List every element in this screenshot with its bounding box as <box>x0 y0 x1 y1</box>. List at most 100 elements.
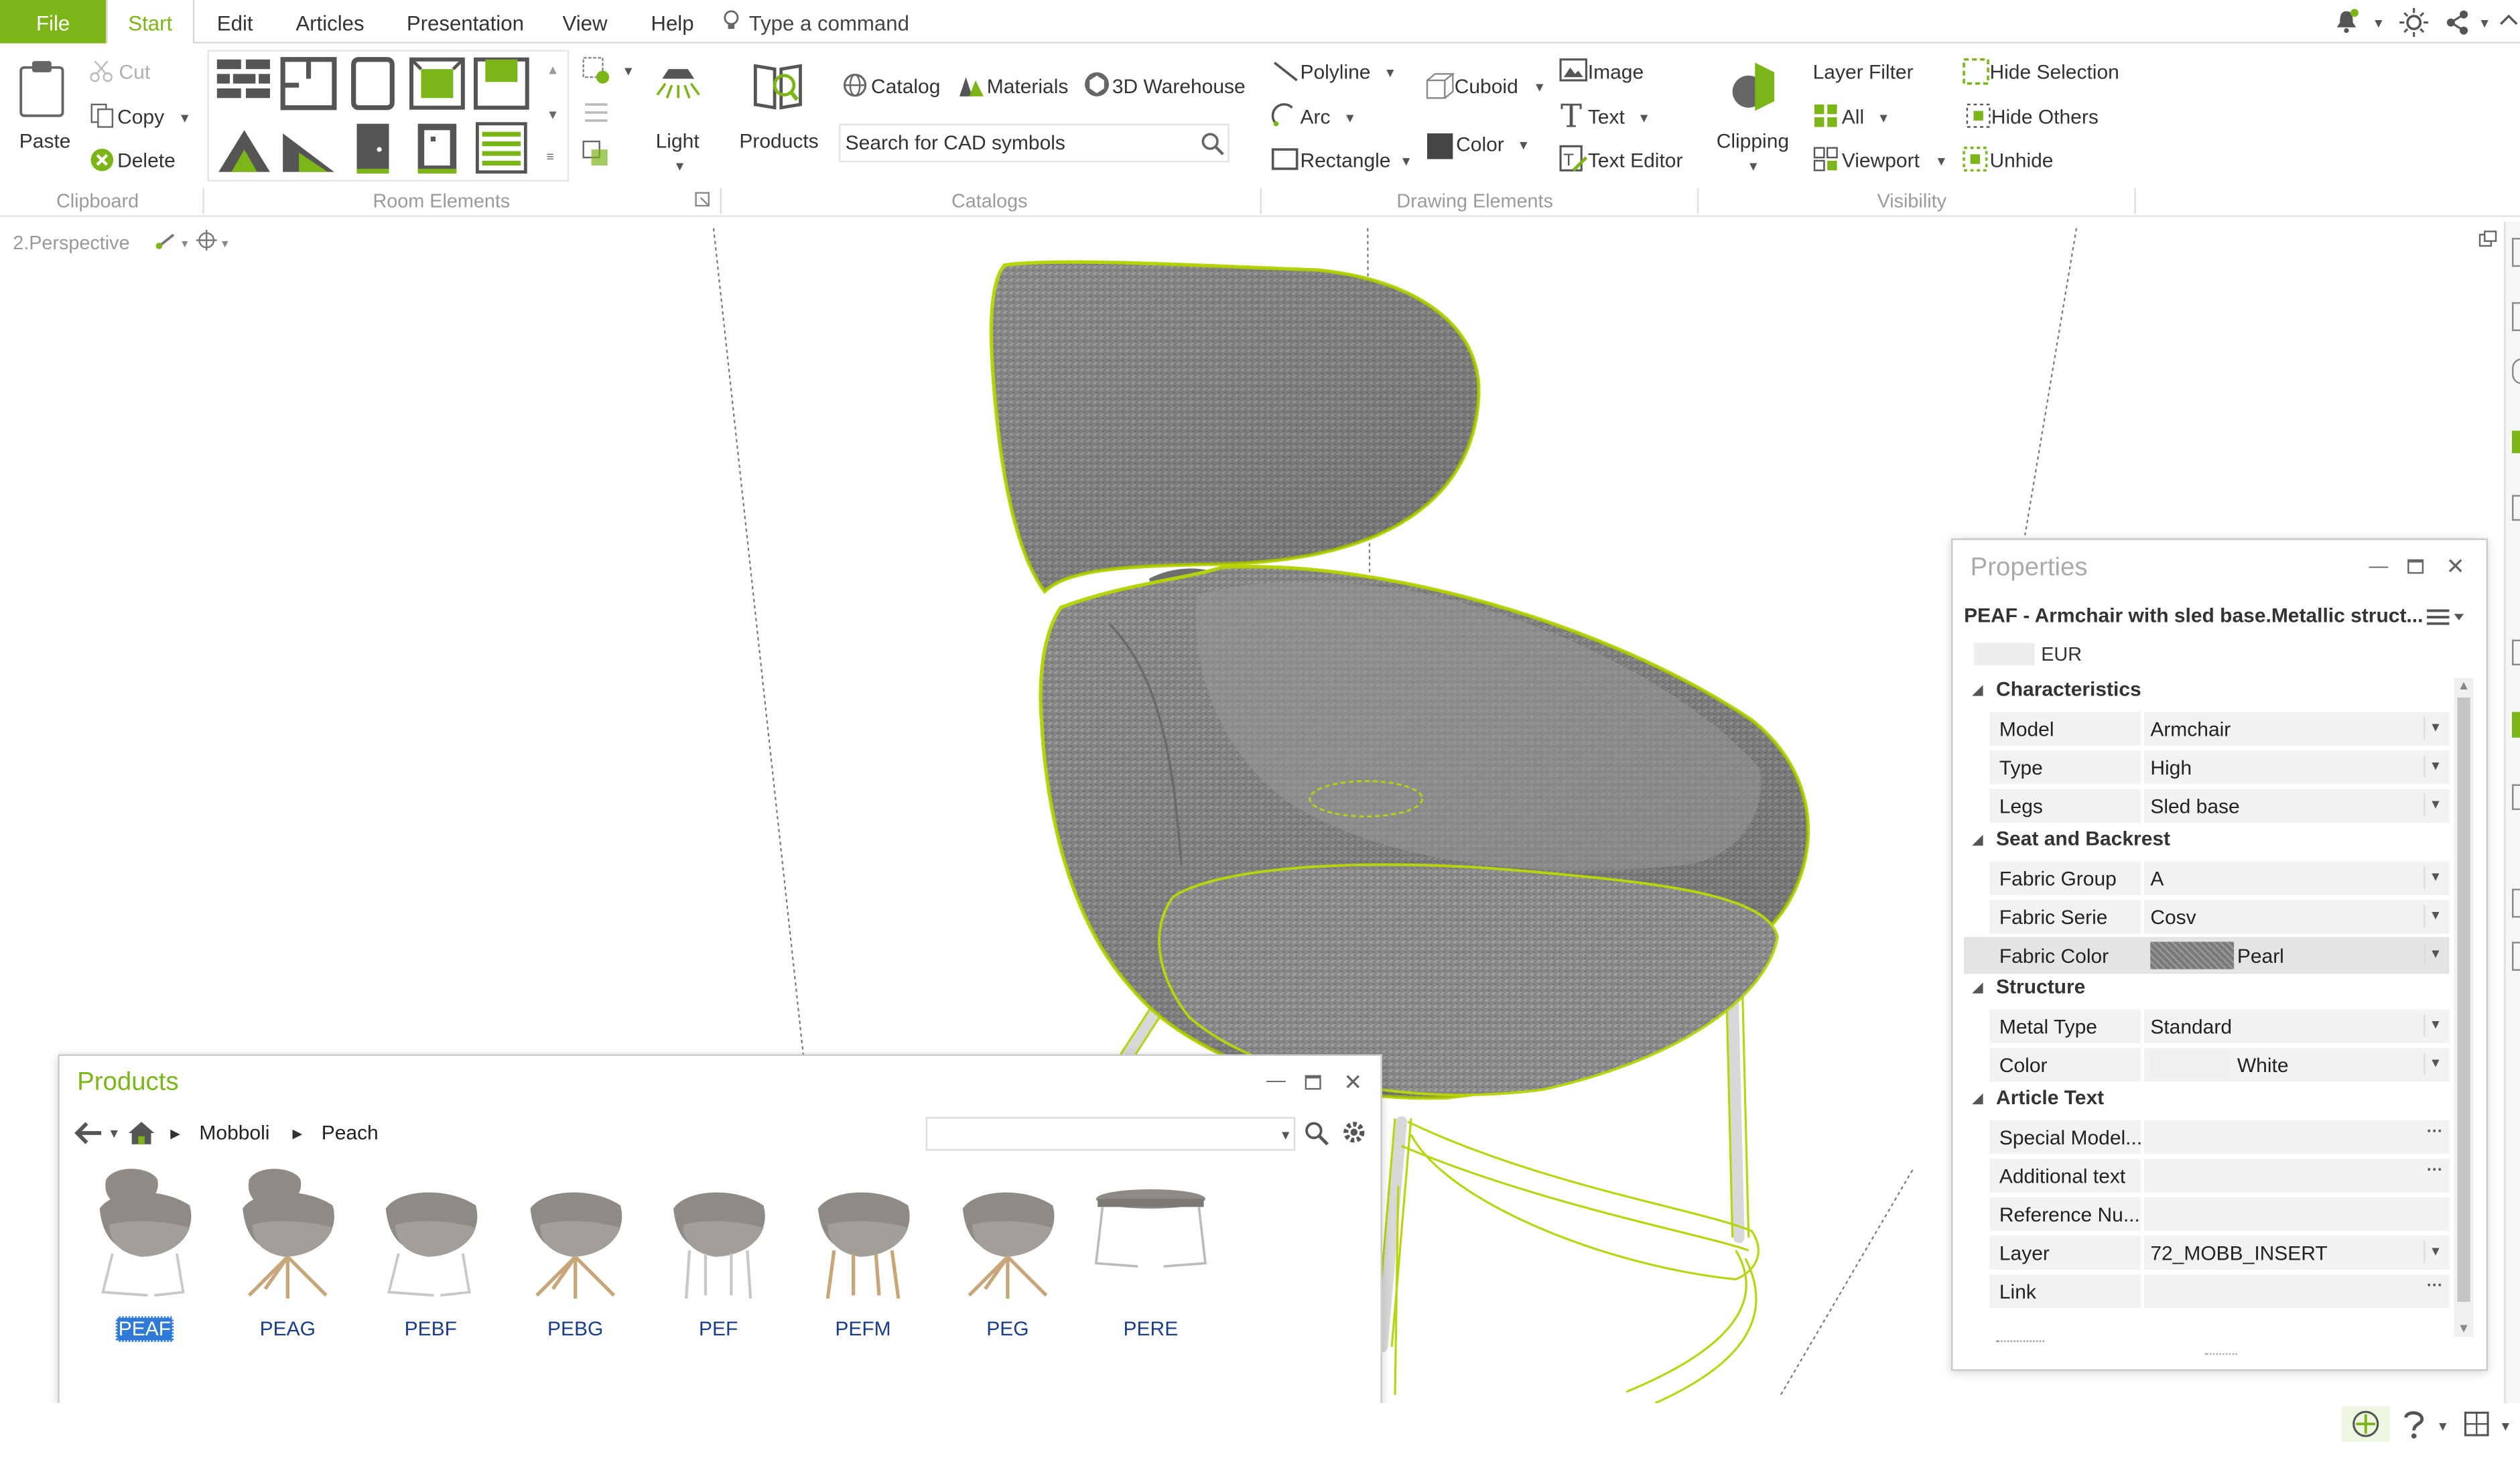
property-row[interactable]: Link ··· <box>1964 1274 2449 1311</box>
minimize-icon[interactable]: — <box>1266 1069 1286 1091</box>
color-button[interactable]: Color <box>1456 133 1504 156</box>
add-element-icon[interactable] <box>582 56 610 85</box>
tab-view[interactable]: View <box>563 0 608 44</box>
side-tool-icon[interactable] <box>2512 495 2520 521</box>
tab-articles[interactable]: Articles <box>295 0 364 44</box>
ellipsis-icon[interactable]: ··· <box>2424 1280 2446 1303</box>
command-input[interactable]: Type a command <box>749 0 909 44</box>
property-row[interactable]: Reference Nu... <box>1964 1196 2449 1233</box>
gear-icon[interactable] <box>1340 1118 1368 1146</box>
group-icon[interactable] <box>582 140 610 169</box>
side-tool-icon[interactable] <box>2512 888 2520 917</box>
collapse-triangle-icon[interactable]: ◢ <box>1972 830 1983 848</box>
text-button[interactable]: Text <box>1588 106 1625 129</box>
rectangle-button[interactable]: Rectangle <box>1300 149 1390 172</box>
chevron-down-icon[interactable]: ▼ <box>1747 159 1760 174</box>
door-frame-icon[interactable] <box>344 56 401 111</box>
crosshair-icon[interactable] <box>196 230 217 251</box>
chevron-down-icon[interactable]: ▼ <box>1638 111 1650 126</box>
collapse-triangle-icon[interactable]: ◢ <box>1972 979 1983 996</box>
chevron-down-icon[interactable]: ▼ <box>2478 16 2491 31</box>
chevron-down-icon[interactable]: ▼ <box>178 111 191 126</box>
polyline-button[interactable]: Polyline <box>1300 61 1370 84</box>
side-tool-icon[interactable] <box>2512 942 2520 971</box>
property-row[interactable]: Fabric Serie Cosv ▼ <box>1964 898 2449 935</box>
home-icon[interactable] <box>127 1120 155 1146</box>
hide-others-button[interactable]: Hide Others <box>1991 106 2099 129</box>
property-row[interactable]: Model Armchair ▼ <box>1964 710 2449 747</box>
roof-icon[interactable] <box>215 121 273 176</box>
scrollbar-thumb[interactable] <box>2457 698 2470 1302</box>
product-item[interactable]: PEBG <box>515 1161 637 1353</box>
viewport-button[interactable]: Viewport <box>1842 149 1920 172</box>
maximize-icon[interactable] <box>2407 559 2424 574</box>
property-value-cell[interactable] <box>2144 861 2450 894</box>
property-row[interactable]: Color White ▼ <box>1964 1047 2449 1083</box>
chevron-down-icon[interactable]: ▼ <box>2424 866 2446 888</box>
text-editor-button[interactable]: Text Editor <box>1588 149 1683 172</box>
unhide-button[interactable]: Unhide <box>1989 149 2053 172</box>
catalog-button[interactable]: Catalog <box>871 76 940 98</box>
product-item[interactable]: PEBF <box>370 1161 492 1353</box>
light-button[interactable]: Light <box>656 130 700 153</box>
delete-button[interactable]: Delete <box>117 149 176 172</box>
share-icon[interactable] <box>2444 9 2470 35</box>
chevron-down-icon[interactable]: ▼ <box>1400 154 1412 169</box>
arc-button[interactable]: Arc <box>1300 106 1330 129</box>
property-value-cell[interactable] <box>2144 1120 2450 1153</box>
cuboid-button[interactable]: Cuboid <box>1455 76 1518 98</box>
chevron-down-icon[interactable]: ▼ <box>2424 1053 2446 1076</box>
cut-button[interactable]: Cut <box>119 61 150 84</box>
copy-button[interactable]: Copy <box>117 106 164 129</box>
gallery-more-icon[interactable]: ≡ <box>547 149 554 164</box>
wall-icon[interactable] <box>215 56 273 111</box>
minimize-icon[interactable]: — <box>2369 555 2389 578</box>
hide-selection-button[interactable]: Hide Selection <box>1989 61 2119 84</box>
gallery-down-icon[interactable]: ▼ <box>547 108 559 123</box>
resize-grip[interactable] <box>2205 1353 2237 1357</box>
room-icon[interactable] <box>279 56 337 111</box>
property-value-cell[interactable] <box>2144 1275 2450 1309</box>
scroll-down-icon[interactable]: ▼ <box>2457 1321 2470 1336</box>
minimize-ribbon-icon[interactable] <box>2499 8 2519 34</box>
product-item[interactable]: PEAF <box>84 1161 206 1353</box>
chevron-down-icon[interactable]: ▼ <box>2424 1241 2446 1264</box>
breadcrumb-mobboli[interactable]: Mobboli <box>199 1122 269 1144</box>
property-section-header[interactable]: ◢ Article Text <box>1964 1085 2446 1114</box>
chevron-down-icon[interactable]: ▼ <box>2424 943 2446 966</box>
property-row[interactable]: Fabric Color Pearl ▼ <box>1964 937 2449 974</box>
property-section-header[interactable]: ◢ Structure <box>1964 976 2446 1004</box>
chevron-down-icon[interactable]: ▼ <box>622 64 635 79</box>
chevron-down-icon[interactable]: ▼ <box>2424 795 2446 817</box>
breadcrumb-peach[interactable]: Peach <box>322 1122 379 1144</box>
paste-label[interactable]: Paste <box>19 130 71 153</box>
move-icon[interactable] <box>2351 1410 2380 1439</box>
layout-icon[interactable] <box>2464 1411 2489 1437</box>
property-row[interactable]: Layer 72_MOBB_INSERT ▼ <box>1964 1235 2449 1272</box>
chevron-down-icon[interactable]: ▼ <box>2424 905 2446 927</box>
chevron-down-icon[interactable]: ▼ <box>2372 16 2385 31</box>
tab-presentation[interactable]: Presentation <box>407 0 524 44</box>
paste-icon[interactable] <box>16 60 68 117</box>
window-icon[interactable] <box>408 121 466 176</box>
search-icon[interactable] <box>1303 1120 1329 1146</box>
ceiling-icon[interactable] <box>472 56 530 111</box>
materials-button[interactable]: Materials <box>987 76 1069 98</box>
image-button[interactable]: Image <box>1588 61 1644 84</box>
clipping-icon[interactable] <box>1729 60 1778 115</box>
side-tool-icon[interactable] <box>2512 358 2520 384</box>
products-search-input[interactable]: ▼ <box>926 1117 1296 1150</box>
bell-icon[interactable] <box>2334 8 2359 34</box>
all-layers-button[interactable]: All <box>1842 106 1864 129</box>
collapse-triangle-icon[interactable]: ◢ <box>1972 681 1983 699</box>
side-tool-icon[interactable] <box>2512 238 2520 267</box>
viewport-label[interactable]: 2.Perspective <box>13 231 129 254</box>
chevron-down-icon[interactable]: ▼ <box>673 159 686 174</box>
property-row[interactable]: Metal Type Standard ▼ <box>1964 1008 2449 1045</box>
property-row[interactable]: Special Model... ··· <box>1964 1118 2449 1154</box>
chevron-down-icon[interactable]: ▼ <box>2436 1419 2449 1434</box>
property-value-cell[interactable] <box>2144 1158 2450 1192</box>
chevron-down-icon[interactable]: ▼ <box>2499 1419 2512 1434</box>
slope-icon[interactable] <box>279 121 337 176</box>
menu-icon[interactable] <box>2427 608 2466 627</box>
